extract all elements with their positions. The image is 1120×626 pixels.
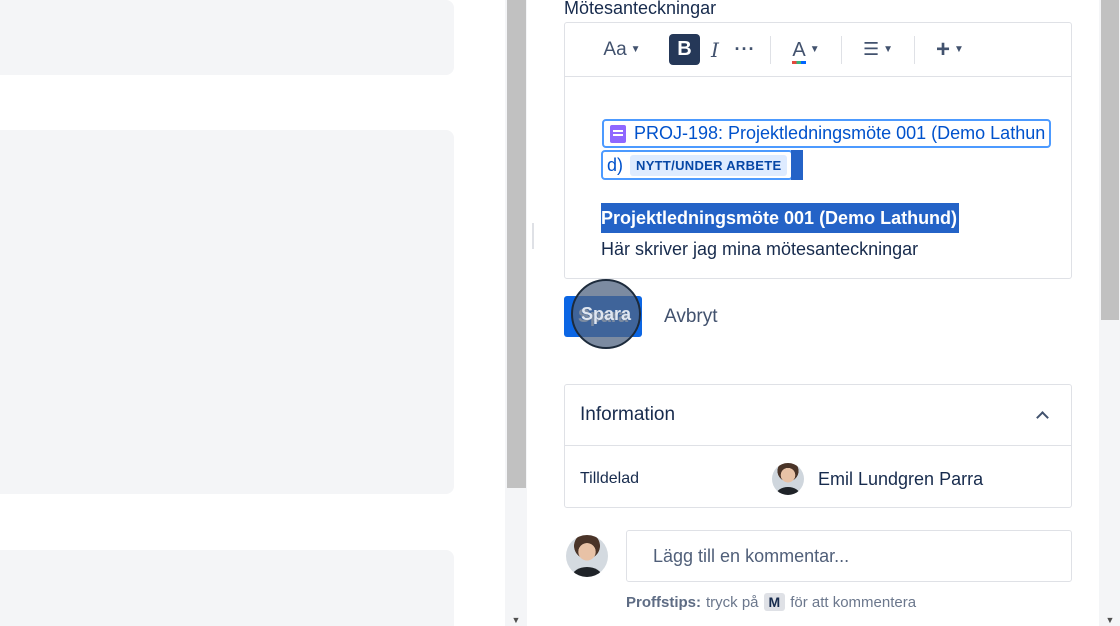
text-style-button[interactable]: Aa ▼: [597, 34, 647, 66]
pro-tip-text-before: tryck på: [706, 593, 759, 611]
left-pane-scrollbar-thumb[interactable]: [507, 0, 526, 488]
chevron-down-icon: ▼: [954, 44, 964, 55]
skeleton-panel-middle: [0, 130, 454, 494]
skeleton-panel-top: [0, 0, 454, 75]
information-panel: Information Tilldelad Emil Lundgren Parr…: [564, 384, 1072, 508]
toolbar-divider: [841, 35, 842, 64]
chevron-up-icon[interactable]: [1035, 408, 1049, 422]
bullet-list-icon: ☰: [862, 39, 880, 59]
selected-heading[interactable]: Projektledningsmöte 001 (Demo Lathund): [601, 203, 960, 233]
page-icon: [610, 124, 626, 143]
assignee-row: Tilldelad Emil Lundgren Parra: [565, 446, 1071, 508]
avatar: [772, 463, 804, 495]
insert-button[interactable]: + ▼: [925, 34, 975, 66]
toolbar-divider: [914, 35, 915, 64]
rich-text-editor[interactable]: Aa ▼ B I ··· A ▼ ☰ ▼ + ▼ PROJ-198: Proje…: [564, 22, 1072, 279]
scroll-down-arrow-icon[interactable]: ▼: [509, 614, 523, 626]
click-indicator: Spara: [571, 279, 641, 349]
status-badge: NYTT/UNDER ARBETE: [630, 154, 788, 176]
assignee-label: Tilldelad: [580, 470, 639, 487]
italic-button[interactable]: I: [700, 34, 730, 66]
skeleton-panel-bottom: [0, 550, 454, 626]
section-label: Mötesanteckningar: [564, 0, 717, 18]
issue-link-chip[interactable]: PROJ-198: Projektledningsmöte 001 (Demo …: [602, 119, 1052, 148]
pro-tip: Proffstips: tryck på M för att kommenter…: [626, 593, 916, 611]
pro-tip-label: Proffstips:: [626, 593, 701, 611]
scroll-down-arrow-icon[interactable]: ▼: [1103, 614, 1117, 626]
issue-link-chip-continued[interactable]: d) NYTT/UNDER ARBETE: [601, 150, 794, 180]
plus-icon: +: [936, 35, 951, 63]
issue-link-text-continued: d): [607, 154, 624, 175]
keyboard-shortcut-key: M: [763, 593, 786, 611]
chevron-down-icon: ▼: [630, 44, 641, 55]
more-formatting-button[interactable]: ···: [730, 34, 760, 66]
editor-toolbar: Aa ▼ B I ··· A ▼ ☰ ▼ + ▼: [565, 23, 1071, 77]
bold-button[interactable]: B: [669, 34, 700, 65]
issue-view: ▼ ▼ Mötesanteckningar Aa ▼ B I ··· A ▼ ☰…: [0, 0, 1120, 626]
information-panel-header[interactable]: Information: [565, 385, 1071, 446]
toolbar-divider: [770, 35, 771, 64]
information-panel-title: Information: [580, 404, 676, 425]
text-color-icon: A: [792, 38, 807, 64]
pane-resize-handle[interactable]: [532, 223, 534, 249]
chevron-down-icon: ▼: [883, 44, 894, 55]
text-color-button[interactable]: A ▼: [781, 34, 831, 66]
assignee-value[interactable]: Emil Lundgren Parra: [818, 469, 983, 490]
list-button[interactable]: ☰ ▼: [852, 34, 904, 66]
pro-tip-text-after: för att kommentera: [790, 593, 917, 611]
comment-input[interactable]: [626, 530, 1072, 582]
right-pane-scrollbar-thumb[interactable]: [1101, 0, 1119, 320]
cancel-button[interactable]: Avbryt: [656, 296, 726, 337]
notes-paragraph[interactable]: Här skriver jag mina mötesanteckningar: [601, 239, 918, 260]
issue-link-text: PROJ-198: Projektledningsmöte 001 (Demo …: [634, 123, 1046, 143]
chevron-down-icon: ▼: [809, 44, 820, 55]
avatar: [566, 535, 608, 577]
text-selection: [791, 150, 803, 180]
text-style-icon: Aa: [603, 38, 627, 60]
